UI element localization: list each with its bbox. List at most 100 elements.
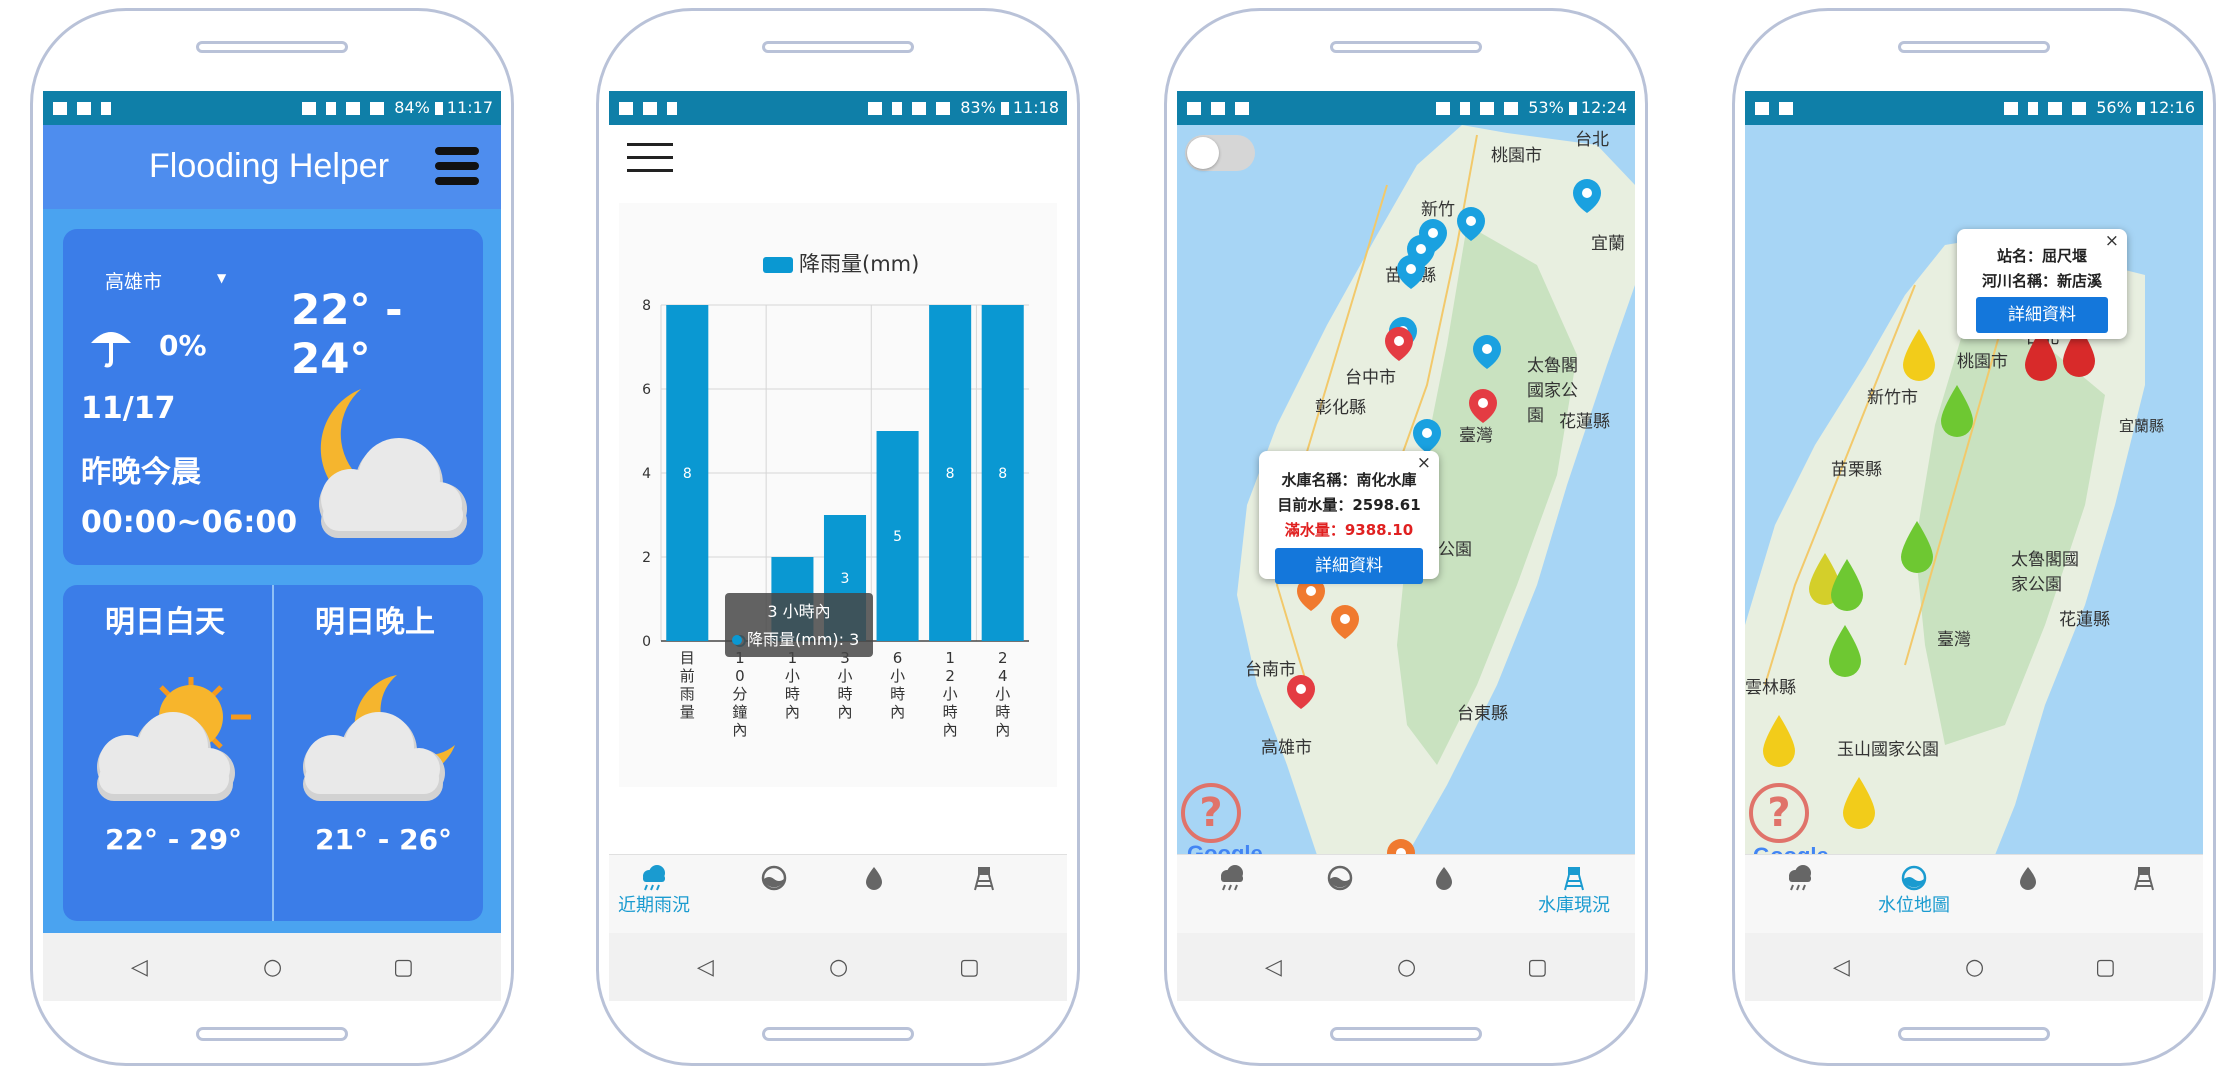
- marker-blue[interactable]: [1573, 179, 1601, 213]
- phone-frame-4: 56% 12:16 桃園市 台北 新竹市 宜蘭縣 苗栗縣 太魯閣國家公園 花蓮縣…: [1732, 8, 2216, 1066]
- water-drop-green[interactable]: [1901, 521, 1933, 573]
- water-level-map[interactable]: 桃園市 台北 新竹市 宜蘭縣 苗栗縣 太魯閣國家公園 花蓮縣 臺灣 雲林縣 玉山…: [1745, 125, 2203, 855]
- x-tick-label: 鐘: [732, 703, 747, 721]
- marker-red[interactable]: [1385, 327, 1413, 361]
- water-drop-green[interactable]: [1941, 385, 1973, 437]
- video-icon: [77, 102, 91, 115]
- details-button[interactable]: 詳細資料: [1275, 548, 1423, 584]
- recents-button[interactable]: ▢: [2095, 955, 2116, 980]
- back-button[interactable]: ◁: [697, 955, 714, 980]
- nav-rain-drop[interactable]: [1399, 865, 1489, 891]
- nav-rain-drop[interactable]: [1983, 865, 2073, 891]
- marker-blue[interactable]: [1413, 419, 1441, 453]
- nav-recent-rain[interactable]: [1755, 865, 1845, 891]
- x-tick-label: 內: [785, 703, 800, 721]
- nav-recent-rain[interactable]: [1187, 865, 1277, 891]
- chevron-down-icon[interactable]: ▼: [217, 271, 226, 285]
- battery-icon: [2136, 102, 2145, 115]
- notification-icon: [619, 102, 633, 115]
- marker-blue[interactable]: [1457, 207, 1485, 241]
- back-button[interactable]: ◁: [1265, 955, 1282, 980]
- wifi-icon: [912, 102, 927, 115]
- legend-swatch: [763, 257, 793, 273]
- home-button[interactable]: ○: [263, 955, 282, 980]
- marker-orange[interactable]: [1331, 605, 1359, 639]
- details-button[interactable]: 詳細資料: [1976, 297, 2108, 333]
- water-drop-yellow[interactable]: [1903, 329, 1935, 381]
- home-button[interactable]: ○: [1397, 955, 1416, 980]
- phone-frame-2: 83% 11:18 降雨量(mm) 0 2 4 6 8 8 目前雨量 1 0 分鐘內 1 小時內 3 3 小時…: [596, 8, 1080, 1066]
- status-bar: 84% 11:17: [43, 91, 501, 125]
- marker-blue[interactable]: [1473, 335, 1501, 369]
- close-popup-button[interactable]: ×: [2105, 231, 2119, 251]
- back-button[interactable]: ◁: [1833, 955, 1850, 980]
- rain-cloud-icon: [1221, 865, 1243, 891]
- close-popup-button[interactable]: ×: [1417, 453, 1431, 473]
- recents-button[interactable]: ▢: [959, 955, 980, 980]
- cast-icon: [1436, 102, 1451, 115]
- nav-rain-drop[interactable]: [829, 865, 919, 891]
- marker-red[interactable]: [1287, 675, 1315, 709]
- nav-recent-rain-label: 近期雨況: [618, 895, 690, 916]
- x-tick-label: 小: [995, 685, 1010, 703]
- app-header: Flooding Helper: [43, 125, 501, 209]
- nav-water-level[interactable]: [1295, 865, 1385, 891]
- help-icon[interactable]: ?: [1749, 783, 1809, 843]
- battery-icon: [1568, 102, 1577, 115]
- x-tick-label: 小: [785, 667, 800, 685]
- rainfall-chart: 降雨量(mm) 0 2 4 6 8 8 目前雨量 1 0 分鐘內 1 小時內 3 3 小時內 5 6 小時內 8 1 2 小…: [619, 203, 1057, 787]
- android-nav-bar: ◁ ○ ▢: [1745, 933, 2203, 1001]
- menu-icon[interactable]: [435, 147, 479, 187]
- water-drop-green[interactable]: [1831, 559, 1863, 611]
- signal-icon: [1504, 102, 1519, 115]
- marker-red[interactable]: [1469, 389, 1497, 423]
- cast-icon: [302, 102, 317, 115]
- bar-data-label: 8: [683, 466, 692, 482]
- bottom-navigation: 水位地圖: [1745, 854, 2203, 933]
- back-button[interactable]: ◁: [131, 955, 148, 980]
- rain-cloud-icon: [643, 865, 665, 891]
- water-gauge-icon: [1327, 865, 1353, 891]
- station-info-popup: × 站名：屈尺堰 河川名稱：新店溪 詳細資料: [1957, 229, 2127, 339]
- reservoir-map[interactable]: 桃園市 台北 新竹 苗栗縣 宜蘭 台中市 彰化縣 太魯閣國家公園 臺灣 花蓮縣 …: [1177, 125, 1635, 855]
- nav-reservoir[interactable]: [2099, 865, 2189, 891]
- water-drop-green[interactable]: [1829, 625, 1861, 677]
- notification-icon: [1755, 102, 1769, 115]
- location-select[interactable]: 高雄市: [105, 267, 162, 294]
- tomorrow-night-label: 明日晚上: [315, 605, 435, 640]
- recents-button[interactable]: ▢: [1527, 955, 1548, 980]
- bar-data-label: 8: [998, 466, 1007, 482]
- x-tick-label: 時: [837, 685, 852, 703]
- bar-data-label: 5: [893, 529, 902, 545]
- phone-speaker: [762, 41, 914, 53]
- phone-speaker: [196, 41, 348, 53]
- x-tick-label: 分: [732, 685, 747, 703]
- rain-chance: 0%: [159, 329, 207, 362]
- help-icon[interactable]: ?: [1181, 783, 1241, 843]
- current-volume: 目前水量：2598.61: [1277, 496, 1421, 514]
- nav-water-level[interactable]: [729, 865, 819, 891]
- nav-reservoir[interactable]: [939, 865, 1029, 891]
- forecast-period: 昨晚今晨: [81, 455, 201, 490]
- temperature-range: 22° - 24°: [291, 285, 403, 383]
- nav-reservoir[interactable]: 水庫現況: [1529, 865, 1619, 917]
- water-drop-yellow[interactable]: [1763, 715, 1795, 767]
- menu-icon[interactable]: [627, 143, 673, 182]
- home-button[interactable]: ○: [829, 955, 848, 980]
- x-tick-label: 2: [945, 667, 955, 685]
- nav-recent-rain[interactable]: 近期雨況: [609, 865, 699, 917]
- nav-water-level[interactable]: 水位地圖: [1869, 865, 1959, 917]
- x-tick-label: 內: [995, 721, 1010, 739]
- phone-speaker: [1330, 41, 1482, 53]
- clock: 11:18: [1012, 98, 1059, 117]
- home-button[interactable]: ○: [1965, 955, 1984, 980]
- tooltip-series: 降雨量(mm): 3: [747, 630, 859, 649]
- clock: 11:17: [446, 98, 493, 117]
- marker-orange[interactable]: [1387, 839, 1415, 855]
- x-tick-label: 小: [943, 685, 958, 703]
- cast-icon: [2004, 102, 2019, 115]
- water-drop-yellow[interactable]: [1843, 777, 1875, 829]
- recents-button[interactable]: ▢: [393, 955, 414, 980]
- marker-blue[interactable]: [1397, 255, 1425, 289]
- tooltip-title: 3 小時內: [767, 602, 830, 621]
